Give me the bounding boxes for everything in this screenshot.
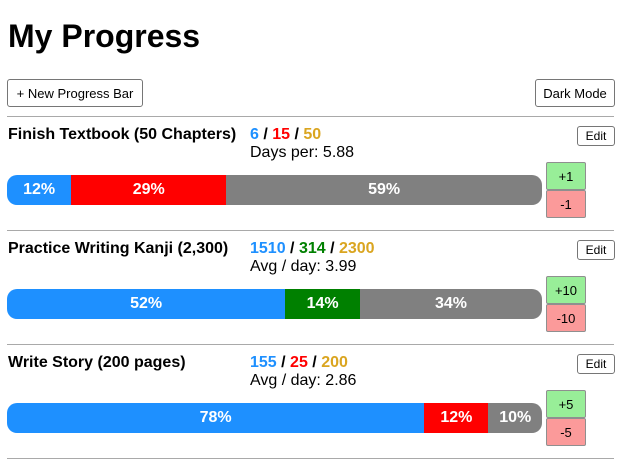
progress-segment: 12% bbox=[424, 403, 489, 433]
item-rate: Avg / day: 3.99 bbox=[250, 258, 357, 275]
count-separator: / bbox=[307, 354, 322, 371]
progress-segment: 52% bbox=[7, 289, 286, 319]
count-done: 155 bbox=[250, 354, 277, 371]
count-done: 6 bbox=[250, 126, 259, 143]
new-progress-bar-button[interactable]: + New Progress Bar bbox=[7, 79, 143, 107]
decrement-button[interactable]: -10 bbox=[546, 304, 586, 332]
progress-segment: 29% bbox=[71, 175, 227, 205]
item-counts: 155 / 25 / 200 bbox=[250, 354, 348, 372]
progress-item: Practice Writing Kanji (2,300) 1510 / 314… bbox=[0, 230, 623, 344]
progress-bar: 78% 12% 10% bbox=[7, 403, 542, 433]
item-counts: 6 / 15 / 50 bbox=[250, 126, 321, 144]
edit-button[interactable]: Edit bbox=[577, 126, 615, 146]
count-separator: / bbox=[290, 126, 304, 143]
count-mid: 25 bbox=[290, 354, 308, 371]
item-rate: Avg / day: 2.86 bbox=[250, 372, 357, 389]
item-name: Write Story (200 pages) bbox=[8, 354, 186, 371]
decrement-button[interactable]: -5 bbox=[546, 418, 586, 446]
progress-segment: 59% bbox=[226, 175, 542, 205]
edit-button[interactable]: Edit bbox=[577, 240, 615, 260]
increment-button[interactable]: +10 bbox=[546, 276, 586, 304]
count-separator: / bbox=[258, 126, 273, 143]
progress-segment: 34% bbox=[360, 289, 542, 319]
page-title: My Progress bbox=[8, 18, 201, 54]
progress-segment: 14% bbox=[285, 289, 361, 319]
progress-bar: 52% 14% 34% bbox=[7, 289, 542, 319]
item-name: Practice Writing Kanji (2,300) bbox=[8, 240, 229, 257]
item-name: Finish Textbook (50 Chapters) bbox=[8, 126, 237, 143]
count-total: 50 bbox=[303, 126, 322, 143]
dark-mode-button[interactable]: Dark Mode bbox=[535, 79, 615, 107]
count-total: 200 bbox=[321, 354, 348, 371]
count-mid: 15 bbox=[272, 126, 291, 143]
progress-segment: 12% bbox=[7, 175, 72, 205]
count-done: 1510 bbox=[250, 240, 286, 257]
increment-button[interactable]: +1 bbox=[546, 162, 586, 190]
item-counts: 1510 / 314 / 2300 bbox=[250, 240, 375, 258]
item-rate: Days per: 5.88 bbox=[250, 144, 355, 161]
progress-segment: 78% bbox=[7, 403, 425, 433]
decrement-button[interactable]: -1 bbox=[546, 190, 586, 218]
progress-bar: 12% 29% 59% bbox=[7, 175, 542, 205]
count-separator: / bbox=[285, 240, 299, 257]
increment-button[interactable]: +5 bbox=[546, 390, 586, 418]
edit-button[interactable]: Edit bbox=[577, 354, 615, 374]
progress-item: Finish Textbook (50 Chapters) 6 / 15 / 50… bbox=[0, 116, 623, 230]
progress-item: Write Story (200 pages) 155 / 25 / 200 Avg… bbox=[0, 344, 623, 458]
divider bbox=[7, 458, 614, 459]
count-separator: / bbox=[276, 354, 291, 371]
count-mid: 314 bbox=[298, 240, 326, 257]
progress-segment: 10% bbox=[488, 403, 542, 433]
count-separator: / bbox=[325, 240, 339, 257]
count-total: 2300 bbox=[338, 240, 375, 257]
